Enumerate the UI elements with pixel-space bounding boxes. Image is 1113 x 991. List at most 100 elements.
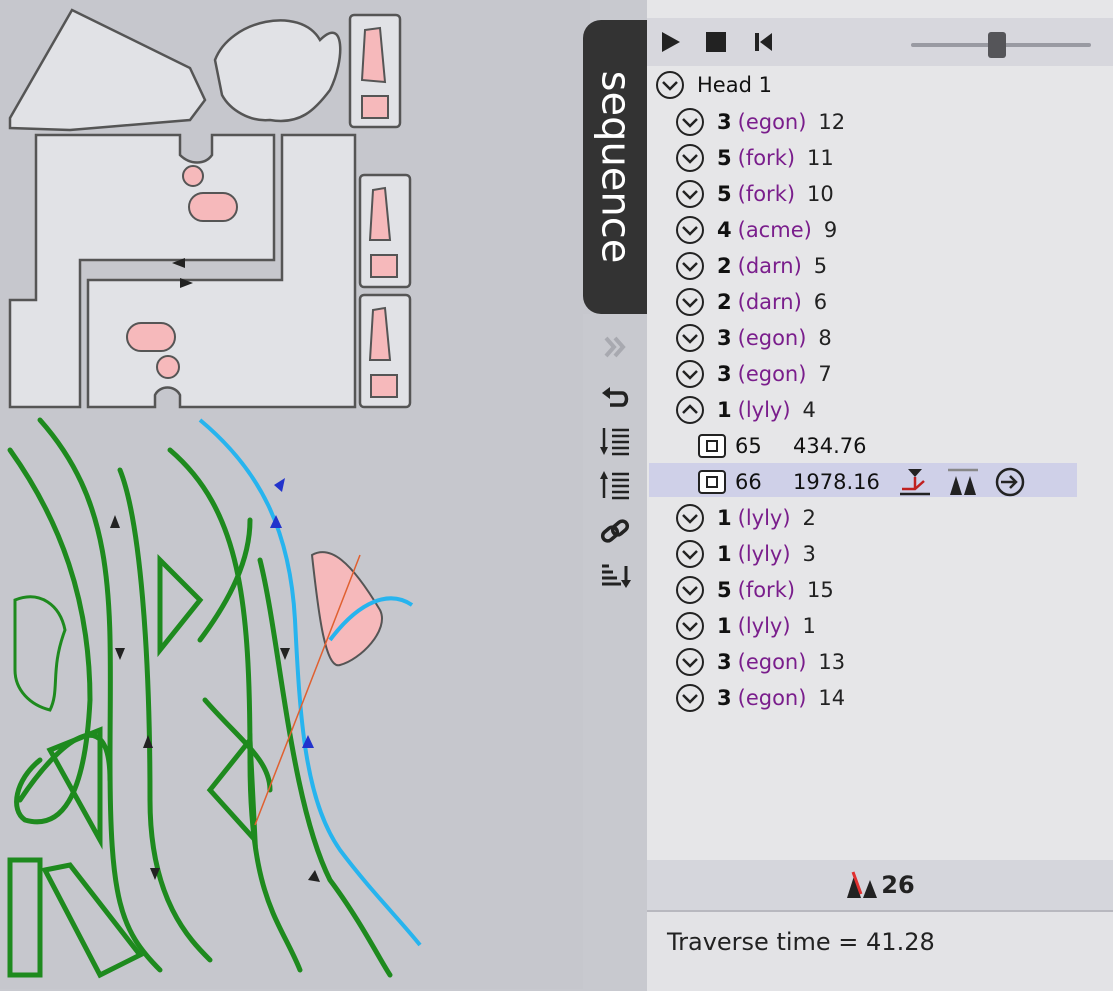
root-label: Head 1 [697, 73, 772, 97]
chevron-down-icon[interactable] [675, 683, 705, 713]
tree-group[interactable]: 3 (egon) 14 [675, 680, 845, 716]
playback-toolbar [647, 18, 1113, 66]
group-count: 5 [717, 182, 732, 206]
group-count: 1 [717, 614, 732, 638]
group-name: (lyly) [737, 542, 791, 566]
group-name: (fork) [737, 146, 796, 170]
tree-group[interactable]: 5 (fork) 10 [675, 176, 834, 212]
sequence-tab-label: sequence [592, 70, 639, 264]
link-icon[interactable] [595, 514, 635, 548]
speed-slider-thumb[interactable] [988, 32, 1007, 58]
chevron-down-icon[interactable] [675, 359, 705, 389]
expand-panel-icon[interactable] [595, 330, 635, 364]
group-count: 3 [717, 650, 732, 674]
lead-in-icon[interactable] [994, 466, 1026, 498]
group-name: (egon) [737, 110, 807, 134]
chevron-down-icon[interactable] [655, 70, 685, 100]
part-icon [698, 470, 726, 494]
play-icon[interactable] [655, 28, 685, 56]
group-name: (egon) [737, 326, 807, 350]
stop-icon[interactable] [701, 28, 731, 56]
traverse-time-bar: Traverse time = 41.28 [647, 910, 1113, 991]
group-count: 1 [717, 506, 732, 530]
tree-group[interactable]: 1 (lyly) 1 [675, 608, 816, 644]
tree-contour[interactable]: 65 434.76 [697, 428, 866, 464]
group-count: 5 [717, 146, 732, 170]
chevron-down-icon[interactable] [675, 251, 705, 281]
chevron-down-icon[interactable] [675, 179, 705, 209]
chevron-down-icon[interactable] [675, 107, 705, 137]
group-id: 2 [802, 506, 816, 530]
chevron-down-icon[interactable] [675, 647, 705, 677]
chevron-down-icon[interactable] [675, 323, 705, 353]
group-name: (egon) [737, 362, 807, 386]
tree-group[interactable]: 5 (fork) 15 [675, 572, 834, 608]
group-name: (fork) [737, 578, 796, 602]
group-name: (egon) [737, 650, 807, 674]
group-name: (darn) [737, 254, 802, 278]
chevron-up-icon[interactable] [675, 395, 705, 425]
group-count: 5 [717, 578, 732, 602]
tree-group[interactable]: 3 (egon) 7 [675, 356, 832, 392]
contour-id: 65 [735, 434, 762, 458]
group-name: (lyly) [737, 614, 791, 638]
pierce-icon[interactable] [898, 467, 932, 497]
chevron-down-icon[interactable] [675, 539, 705, 569]
group-count: 3 [717, 362, 732, 386]
nest-canvas[interactable] [0, 0, 590, 989]
tree-group[interactable]: 3 (egon) 12 [675, 104, 845, 140]
group-id: 14 [818, 686, 846, 710]
sort-up-icon[interactable] [595, 468, 635, 502]
skip-back-icon[interactable] [749, 28, 779, 56]
chevron-down-icon[interactable] [675, 215, 705, 245]
contour-value: 434.76 [793, 434, 867, 458]
contour-id: 66 [735, 470, 762, 494]
nest-drawing [0, 0, 590, 989]
group-id: 3 [802, 542, 816, 566]
tree-group[interactable]: 4 (acme) 9 [675, 212, 837, 248]
tool-icon[interactable] [946, 467, 980, 497]
tree-root[interactable]: Head 1 [655, 67, 772, 103]
sequence-tab[interactable]: sequence [583, 20, 647, 314]
chevron-down-icon[interactable] [675, 287, 705, 317]
group-name: (egon) [737, 686, 807, 710]
group-count: 3 [717, 110, 732, 134]
sequence-tab-label-wrap: sequence [583, 20, 647, 314]
group-count: 1 [717, 542, 732, 566]
part-icon [698, 434, 726, 458]
group-id: 6 [813, 290, 828, 314]
tree-contour[interactable]: 66 1978.16 [697, 464, 1026, 500]
chevron-down-icon[interactable] [675, 611, 705, 641]
tree-group[interactable]: 5 (fork) 11 [675, 140, 834, 176]
chevron-down-icon[interactable] [675, 143, 705, 173]
tool-icon [847, 871, 878, 898]
tree-group[interactable]: 2 (darn) 5 [675, 248, 827, 284]
tree-group[interactable]: 1 (lyly) 4 [675, 392, 816, 428]
group-count: 1 [717, 398, 732, 422]
tree-group[interactable]: 3 (egon) 8 [675, 320, 832, 356]
tree-group[interactable]: 1 (lyly) 3 [675, 536, 816, 572]
group-count: 2 [717, 254, 732, 278]
group-count: 3 [717, 686, 732, 710]
group-id: 4 [802, 398, 816, 422]
tree-group[interactable]: 2 (darn) 6 [675, 284, 827, 320]
chevron-down-icon[interactable] [675, 503, 705, 533]
tool-count: 26 [881, 871, 915, 899]
group-count: 3 [717, 326, 732, 350]
group-name: (acme) [737, 218, 812, 242]
tree-group[interactable]: 1 (lyly) 2 [675, 500, 816, 536]
group-id: 8 [818, 326, 832, 350]
group-id: 12 [818, 110, 846, 134]
chevron-down-icon[interactable] [675, 575, 705, 605]
tool-count-bar: 26 [647, 860, 1113, 910]
group-name: (lyly) [737, 398, 791, 422]
sort-down-icon[interactable] [595, 424, 635, 458]
group-id: 13 [818, 650, 846, 674]
tree-group[interactable]: 3 (egon) 13 [675, 644, 845, 680]
group-id: 11 [807, 146, 834, 170]
undo-icon[interactable] [595, 380, 635, 414]
group-name: (fork) [737, 182, 796, 206]
reorder-icon[interactable] [595, 558, 635, 592]
group-name: (lyly) [737, 506, 791, 530]
group-id: 1 [802, 614, 816, 638]
